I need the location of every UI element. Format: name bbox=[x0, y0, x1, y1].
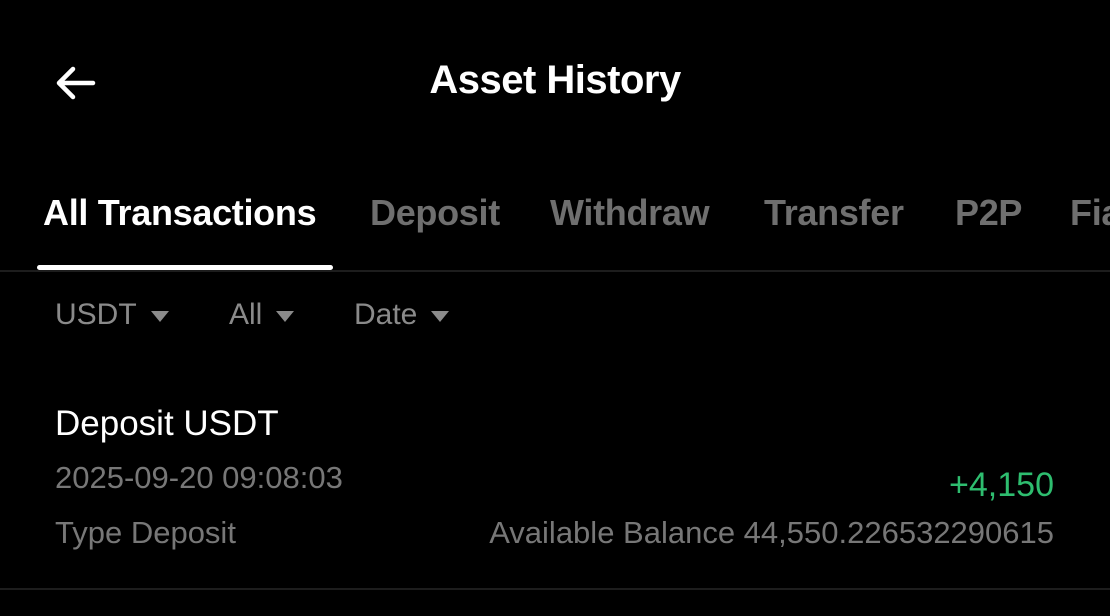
tab-transfer[interactable]: Transfer bbox=[764, 192, 904, 234]
status-filter-label: All bbox=[229, 298, 263, 331]
currency-filter-label: USDT bbox=[55, 298, 137, 331]
tab-withdraw[interactable]: Withdraw bbox=[550, 192, 710, 234]
transaction-title: Deposit USDT bbox=[55, 404, 279, 443]
caret-down-icon bbox=[150, 310, 169, 322]
transaction-row[interactable]: Deposit USDT 2025-09-20 09:08:03 Type De… bbox=[0, 390, 1110, 570]
transaction-type: Type Deposit bbox=[55, 515, 236, 550]
row-divider bbox=[0, 588, 1110, 590]
caret-down-icon bbox=[276, 310, 295, 322]
tab-all-transactions[interactable]: All Transactions bbox=[43, 192, 317, 234]
tab-p2p[interactable]: P2P bbox=[955, 192, 1022, 234]
header-bar: Asset History bbox=[0, 0, 1110, 165]
page-title: Asset History bbox=[429, 58, 681, 102]
transaction-amount: +4,150 bbox=[949, 466, 1054, 504]
transaction-type-tabs: All Transactions Deposit Withdraw Transf… bbox=[0, 168, 1110, 272]
caret-down-icon bbox=[431, 310, 450, 322]
currency-filter-dropdown[interactable]: USDT bbox=[55, 298, 169, 332]
date-filter-label: Date bbox=[354, 298, 418, 331]
available-balance: Available Balance 44,550.226532290615 bbox=[489, 515, 1054, 550]
status-filter-dropdown[interactable]: All bbox=[229, 298, 295, 332]
filter-bar: USDT All Date bbox=[0, 290, 1110, 342]
tab-deposit[interactable]: Deposit bbox=[370, 192, 500, 234]
tab-fiat[interactable]: Fia bbox=[1070, 192, 1110, 234]
date-filter-dropdown[interactable]: Date bbox=[354, 298, 450, 332]
tabs-divider bbox=[0, 270, 1110, 272]
transaction-datetime: 2025-09-20 09:08:03 bbox=[55, 460, 343, 495]
